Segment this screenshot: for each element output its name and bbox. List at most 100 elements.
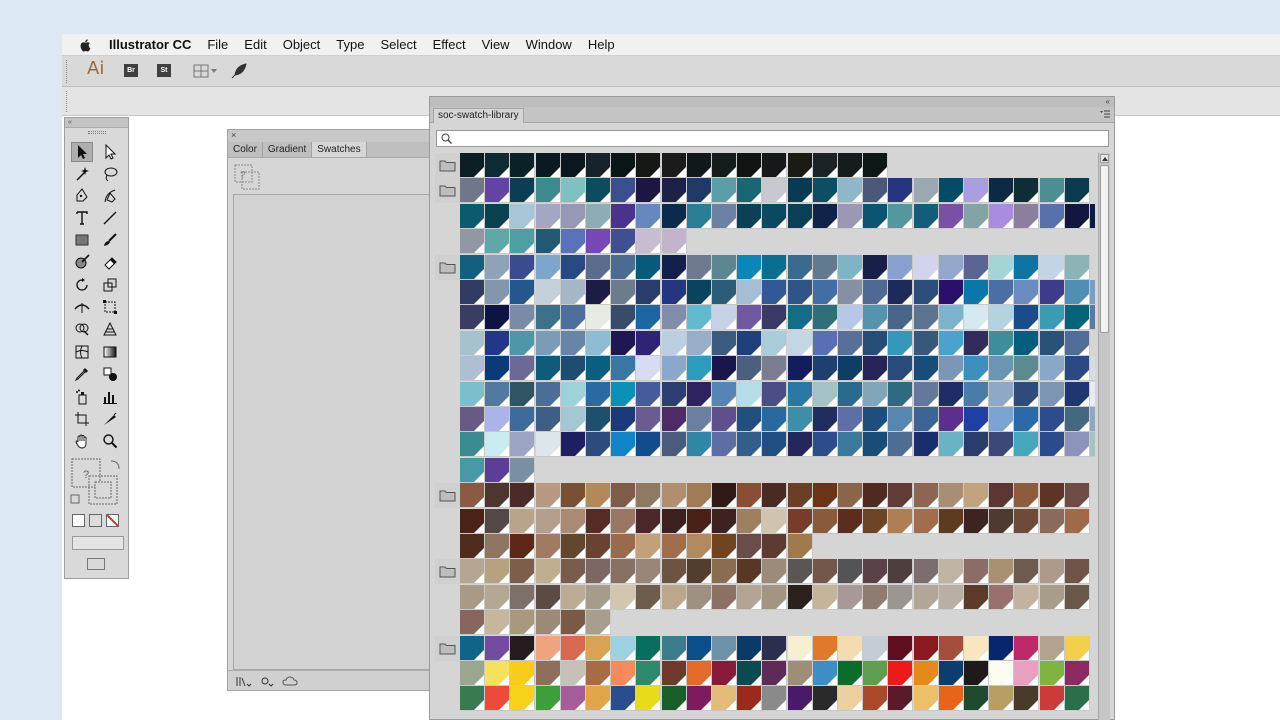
color-swatch[interactable] — [560, 534, 586, 559]
color-swatch[interactable] — [661, 407, 687, 432]
color-swatch[interactable] — [586, 153, 611, 178]
zoom-tool[interactable] — [99, 431, 121, 451]
tab-color[interactable]: Color — [228, 142, 263, 157]
color-swatch[interactable] — [989, 407, 1015, 432]
color-swatch[interactable] — [938, 204, 964, 229]
app-name-menu[interactable]: Illustrator CC — [109, 37, 191, 52]
color-swatch[interactable] — [913, 178, 939, 203]
color-swatch[interactable] — [938, 331, 964, 356]
color-swatch[interactable] — [510, 458, 536, 483]
color-swatch[interactable] — [712, 153, 737, 178]
color-swatch[interactable] — [460, 178, 485, 203]
color-swatch[interactable] — [787, 559, 813, 584]
color-swatch[interactable] — [1039, 509, 1065, 534]
color-swatch[interactable] — [737, 661, 763, 686]
color-swatch[interactable] — [611, 255, 637, 280]
color-swatch[interactable] — [1014, 305, 1040, 330]
color-swatch[interactable] — [938, 661, 964, 686]
color-swatch[interactable] — [686, 153, 712, 178]
color-swatch[interactable] — [812, 382, 838, 407]
color-swatch[interactable] — [586, 483, 611, 508]
color-swatch[interactable] — [913, 483, 939, 508]
color-swatch[interactable] — [586, 280, 611, 305]
color-swatch[interactable] — [989, 305, 1015, 330]
menu-select[interactable]: Select — [380, 37, 416, 52]
color-swatch[interactable] — [737, 585, 763, 610]
color-swatch[interactable] — [611, 153, 637, 178]
color-swatch[interactable] — [1064, 509, 1090, 534]
color-swatch[interactable] — [712, 585, 737, 610]
color-swatch[interactable] — [964, 509, 989, 534]
swatch-group-folder-icon[interactable] — [435, 153, 460, 178]
draw-behind-buttons[interactable] — [72, 536, 124, 550]
color-swatch[interactable] — [762, 636, 788, 661]
color-swatch[interactable] — [838, 178, 863, 203]
color-swatch[interactable] — [1039, 559, 1065, 584]
color-swatch[interactable] — [787, 407, 813, 432]
color-swatch[interactable] — [964, 636, 989, 661]
color-swatch[interactable] — [535, 432, 561, 457]
color-swatch[interactable] — [1064, 178, 1090, 203]
color-swatch[interactable] — [913, 661, 939, 686]
swatches-panel-close-button[interactable]: × — [228, 130, 430, 142]
color-swatch[interactable] — [863, 305, 889, 330]
color-swatch[interactable] — [838, 255, 863, 280]
color-swatch[interactable] — [636, 559, 662, 584]
color-swatch[interactable] — [838, 432, 863, 457]
color-swatch[interactable] — [989, 204, 1015, 229]
color-swatch[interactable] — [863, 280, 889, 305]
color-swatch[interactable] — [838, 585, 863, 610]
color-swatch[interactable] — [737, 331, 763, 356]
color-swatch[interactable] — [863, 432, 889, 457]
color-swatch[interactable] — [1039, 356, 1065, 381]
color-swatch[interactable] — [535, 305, 561, 330]
color-swatch[interactable] — [586, 661, 611, 686]
color-swatch[interactable] — [636, 534, 662, 559]
color-swatch[interactable] — [510, 483, 536, 508]
color-swatch[interactable] — [913, 686, 939, 711]
color-swatch[interactable] — [485, 432, 511, 457]
perspective-grid-tool[interactable] — [99, 319, 121, 339]
color-swatch[interactable] — [737, 509, 763, 534]
free-transform-tool[interactable] — [99, 297, 121, 317]
color-swatch[interactable] — [737, 483, 763, 508]
color-swatch[interactable] — [485, 204, 511, 229]
color-swatch[interactable] — [611, 178, 637, 203]
color-swatch[interactable] — [510, 610, 536, 635]
color-swatch[interactable] — [586, 534, 611, 559]
color-swatch[interactable] — [535, 534, 561, 559]
color-swatch[interactable] — [460, 432, 485, 457]
color-swatch[interactable] — [712, 280, 737, 305]
color-swatch[interactable] — [535, 255, 561, 280]
color-swatch[interactable] — [636, 661, 662, 686]
color-swatch[interactable] — [560, 559, 586, 584]
color-swatch[interactable] — [636, 204, 662, 229]
color-swatch[interactable] — [812, 661, 838, 686]
bridge-button[interactable]: Br — [124, 64, 138, 77]
color-swatch[interactable] — [510, 559, 536, 584]
color-swatch[interactable] — [611, 686, 637, 711]
color-swatch[interactable] — [787, 483, 813, 508]
color-swatch[interactable] — [964, 280, 989, 305]
color-swatch[interactable] — [1014, 509, 1040, 534]
color-swatch[interactable] — [460, 229, 485, 254]
color-swatch[interactable] — [686, 585, 712, 610]
color-swatch[interactable] — [485, 255, 511, 280]
color-swatch[interactable] — [686, 204, 712, 229]
color-swatch[interactable] — [787, 331, 813, 356]
color-swatch[interactable] — [1090, 204, 1095, 229]
color-swatch[interactable] — [661, 229, 687, 254]
color-swatch[interactable] — [611, 509, 637, 534]
color-swatch[interactable] — [888, 509, 914, 534]
color-swatch[interactable] — [560, 356, 586, 381]
color-swatch[interactable] — [712, 356, 737, 381]
color-swatch[interactable] — [535, 153, 561, 178]
color-swatch[interactable] — [460, 610, 485, 635]
application-bar-grip[interactable] — [66, 60, 68, 83]
color-swatch[interactable] — [737, 636, 763, 661]
color-swatch[interactable] — [510, 432, 536, 457]
color-swatch[interactable] — [1064, 585, 1090, 610]
color-swatch[interactable] — [989, 686, 1015, 711]
color-swatch[interactable] — [787, 280, 813, 305]
color-swatch[interactable] — [586, 432, 611, 457]
